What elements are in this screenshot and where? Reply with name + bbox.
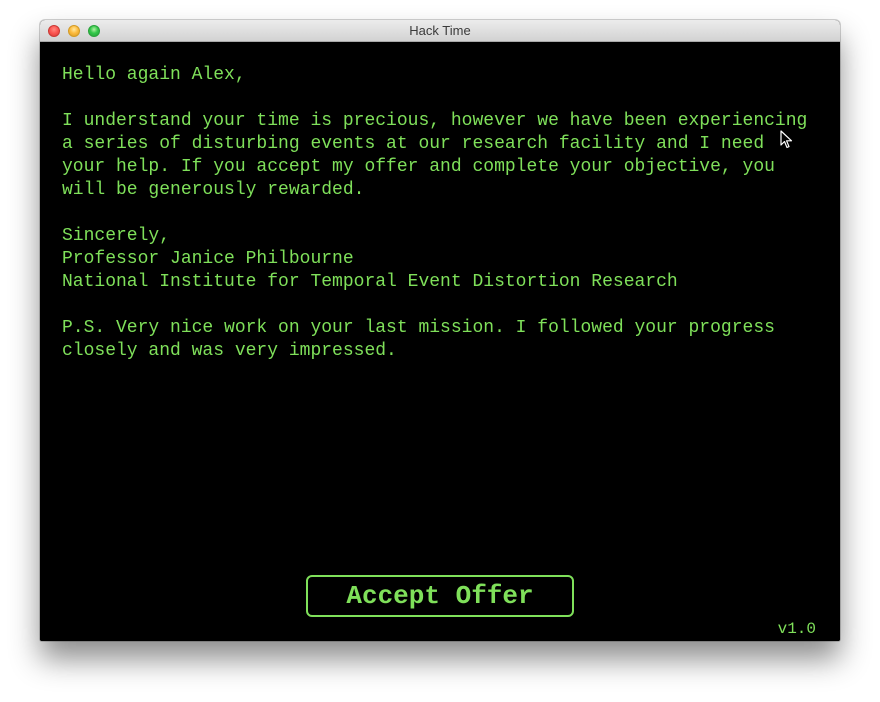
title-bar[interactable]: Hack Time xyxy=(40,20,840,42)
arrow-cursor-icon xyxy=(780,130,793,149)
body-line: a series of disturbing events at our res… xyxy=(62,134,765,154)
signer-organization: National Institute for Temporal Event Di… xyxy=(62,272,678,292)
letter-message: Hello again Alex, I understand your time… xyxy=(62,64,822,386)
body-line: your help. If you accept my offer and co… xyxy=(62,157,775,177)
accept-offer-button[interactable]: Accept Offer xyxy=(306,575,574,617)
greeting-line: Hello again Alex, xyxy=(62,65,246,85)
signoff-line: Sincerely, xyxy=(62,226,171,246)
signature-block: Sincerely, Professor Janice Philbourne N… xyxy=(62,225,822,294)
window-title: Hack Time xyxy=(409,23,471,38)
version-label: v1.0 xyxy=(777,620,816,638)
app-window: Hack Time Hello again Alex, I understand… xyxy=(40,20,840,641)
postscript-paragraph: P.S. Very nice work on your last mission… xyxy=(62,317,822,363)
body-paragraph: I understand your time is precious, howe… xyxy=(62,110,822,202)
body-line: I understand your time is precious, howe… xyxy=(62,111,808,131)
body-line: will be generously rewarded. xyxy=(62,180,365,200)
postscript-line: P.S. Very nice work on your last mission… xyxy=(62,318,775,338)
postscript-line: closely and was very impressed. xyxy=(62,341,397,361)
desktop: Hack Time Hello again Alex, I understand… xyxy=(0,0,880,702)
signer-name: Professor Janice Philbourne xyxy=(62,249,354,269)
terminal-screen: Hello again Alex, I understand your time… xyxy=(40,42,840,641)
